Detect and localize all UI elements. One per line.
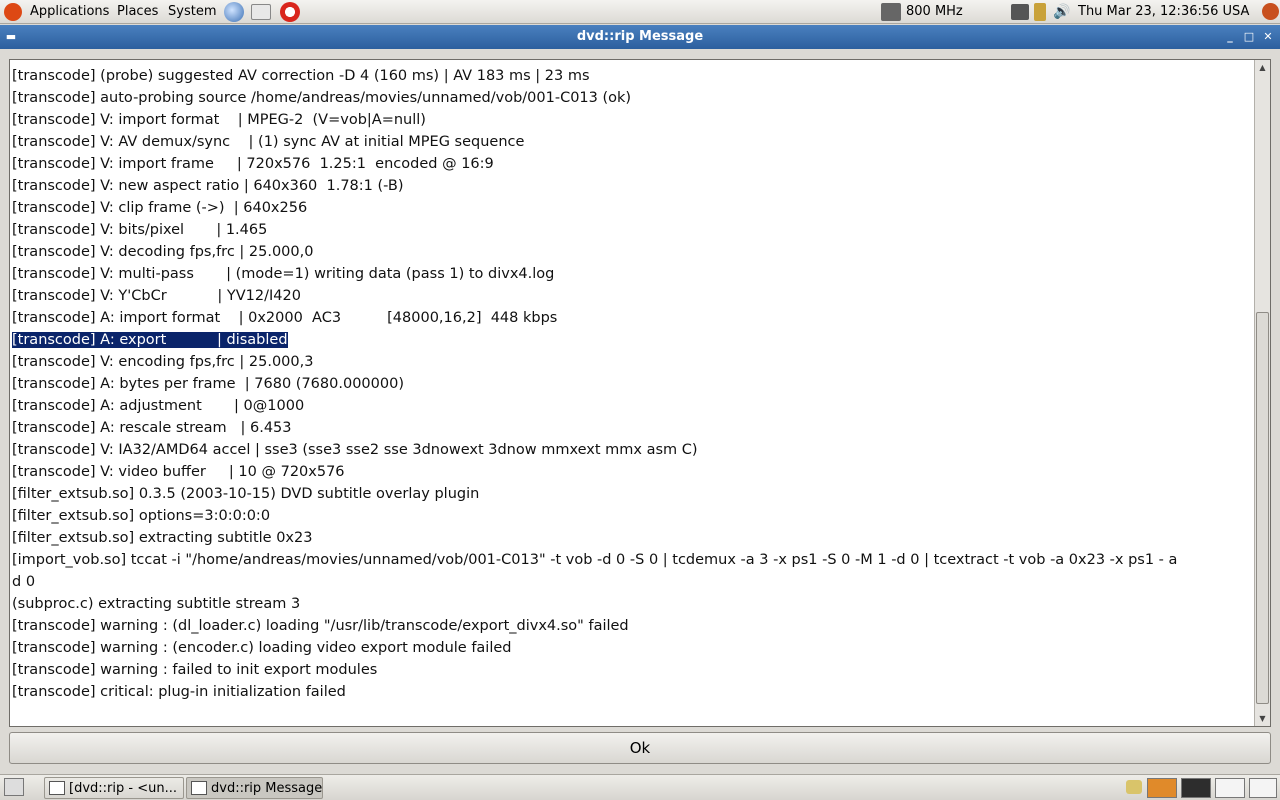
log-line-text: [transcode] A: bytes per frame | 7680 (7… bbox=[12, 376, 404, 392]
log-line: [transcode] V: AV demux/sync | (1) sync … bbox=[12, 131, 1250, 153]
window-icon bbox=[191, 781, 207, 795]
scroll-down-icon[interactable]: ▼ bbox=[1256, 712, 1269, 725]
log-view[interactable]: [transcode] (probe) suggested AV correct… bbox=[9, 59, 1271, 727]
log-line: [transcode] V: multi-pass | (mode=1) wri… bbox=[12, 263, 1250, 285]
log-line: [transcode] V: new aspect ratio | 640x36… bbox=[12, 175, 1250, 197]
log-line-text: [transcode] V: clip frame (->) | 640x256 bbox=[12, 200, 308, 216]
log-line: [transcode] V: clip frame (->) | 640x256 bbox=[12, 197, 1250, 219]
minimize-button[interactable]: _ bbox=[1223, 30, 1237, 44]
log-text[interactable]: [transcode] (probe) suggested AV correct… bbox=[12, 65, 1250, 725]
log-line-text: [filter_extsub.so] options=3:0:0:0:0 bbox=[12, 508, 271, 524]
log-line: [filter_extsub.so] extracting subtitle 0… bbox=[12, 527, 1250, 549]
workspace-2[interactable] bbox=[1181, 778, 1211, 798]
log-line-text: [transcode] warning : (encoder.c) loadin… bbox=[12, 640, 512, 656]
log-line: [transcode] warning : failed to init exp… bbox=[12, 659, 1250, 681]
log-line: [transcode] V: IA32/AMD64 accel | sse3 (… bbox=[12, 439, 1250, 461]
volume-icon[interactable]: 🔊 bbox=[1053, 0, 1070, 24]
log-line-text: [transcode] (probe) suggested AV correct… bbox=[12, 68, 590, 84]
log-line-text: [transcode] warning : (dl_loader.c) load… bbox=[12, 618, 629, 634]
log-line-text: [transcode] V: import frame | 720x576 1.… bbox=[12, 156, 494, 172]
clock[interactable]: Thu Mar 23, 12:36:56 USA bbox=[1078, 0, 1249, 24]
log-line: [transcode] critical: plug-in initializa… bbox=[12, 681, 1250, 703]
taskbar-item-label: dvd::rip Message bbox=[211, 781, 323, 796]
log-line: d 0 bbox=[12, 571, 1250, 593]
bottom-panel: [dvd::rip - <un... dvd::rip Message bbox=[0, 774, 1280, 800]
ubuntu-logo-icon[interactable] bbox=[4, 3, 22, 21]
menu-system[interactable]: System bbox=[168, 0, 216, 24]
vertical-scrollbar[interactable]: ▲ ▼ bbox=[1254, 60, 1270, 726]
log-line: [transcode] V: import format | MPEG-2 (V… bbox=[12, 109, 1250, 131]
log-line-text: [transcode] V: new aspect ratio | 640x36… bbox=[12, 178, 404, 194]
ok-button[interactable]: Ok bbox=[9, 732, 1271, 764]
taskbar-item-label: [dvd::rip - <un... bbox=[69, 781, 177, 796]
help-icon[interactable] bbox=[280, 2, 300, 22]
log-line: [transcode] A: bytes per frame | 7680 (7… bbox=[12, 373, 1250, 395]
log-line: [transcode] V: Y'CbCr | YV12/I420 bbox=[12, 285, 1250, 307]
log-line: [transcode] V: decoding fps,frc | 25.000… bbox=[12, 241, 1250, 263]
logout-icon[interactable] bbox=[1262, 3, 1279, 20]
log-line-text: [transcode] auto-probing source /home/an… bbox=[12, 90, 632, 106]
show-desktop-icon[interactable] bbox=[4, 778, 24, 796]
log-line: [filter_extsub.so] options=3:0:0:0:0 bbox=[12, 505, 1250, 527]
window-menu-icon[interactable]: ▬ bbox=[4, 30, 18, 44]
log-line-text: [transcode] V: Y'CbCr | YV12/I420 bbox=[12, 288, 301, 304]
log-line-text: [filter_extsub.so] 0.3.5 (2003-10-15) DV… bbox=[12, 486, 480, 502]
log-line: [transcode] A: rescale stream | 6.453 bbox=[12, 417, 1250, 439]
log-line: [transcode] (probe) suggested AV correct… bbox=[12, 65, 1250, 87]
log-line: [filter_extsub.so] 0.3.5 (2003-10-15) DV… bbox=[12, 483, 1250, 505]
log-line: (subproc.c) extracting subtitle stream 3 bbox=[12, 593, 1250, 615]
log-line: [transcode] V: import frame | 720x576 1.… bbox=[12, 153, 1250, 175]
workspace-3[interactable] bbox=[1215, 778, 1245, 798]
workspace-4[interactable] bbox=[1249, 778, 1277, 798]
log-line: [import_vob.so] tccat -i "/home/andreas/… bbox=[12, 549, 1250, 571]
scroll-thumb[interactable] bbox=[1256, 312, 1269, 704]
network-icon[interactable] bbox=[1011, 4, 1029, 20]
window-title: dvd::rip Message bbox=[576, 29, 704, 44]
log-line-text: [transcode] V: AV demux/sync | (1) sync … bbox=[12, 134, 525, 150]
log-line-text: [transcode] critical: plug-in initializa… bbox=[12, 684, 346, 700]
power-icon[interactable] bbox=[1034, 3, 1046, 21]
notification-icon[interactable] bbox=[1126, 780, 1142, 794]
maximize-button[interactable]: □ bbox=[1242, 30, 1256, 44]
window-titlebar[interactable]: ▬ dvd::rip Message _ □ ✕ bbox=[0, 25, 1280, 49]
log-line-text: [transcode] A: rescale stream | 6.453 bbox=[12, 420, 292, 436]
log-line-text: [transcode] warning : failed to init exp… bbox=[12, 662, 378, 678]
cpu-freq-icon bbox=[881, 3, 901, 21]
log-line: [transcode] A: export | disabled bbox=[12, 329, 1250, 351]
log-line: [transcode] V: encoding fps,frc | 25.000… bbox=[12, 351, 1250, 373]
window-icon bbox=[49, 781, 65, 795]
web-browser-icon[interactable] bbox=[224, 2, 244, 22]
log-line: [transcode] warning : (encoder.c) loadin… bbox=[12, 637, 1250, 659]
scroll-up-icon[interactable]: ▲ bbox=[1256, 61, 1269, 74]
log-line-text: [transcode] V: decoding fps,frc | 25.000… bbox=[12, 244, 314, 260]
log-line: [transcode] V: bits/pixel | 1.465 bbox=[12, 219, 1250, 241]
menu-applications[interactable]: Applications bbox=[30, 0, 109, 24]
taskbar-item-dvdrip-main[interactable]: [dvd::rip - <un... bbox=[44, 777, 184, 799]
log-line-text: d 0 bbox=[12, 574, 36, 590]
log-line: [transcode] A: adjustment | 0@1000 bbox=[12, 395, 1250, 417]
log-line: [transcode] V: video buffer | 10 @ 720x5… bbox=[12, 461, 1250, 483]
log-line-text: [transcode] V: IA32/AMD64 accel | sse3 (… bbox=[12, 442, 698, 458]
top-panel: Applications Places System 800 MHz 🔊 Thu… bbox=[0, 0, 1280, 24]
email-icon[interactable] bbox=[251, 4, 271, 20]
taskbar-item-dvdrip-message[interactable]: dvd::rip Message bbox=[186, 777, 323, 799]
menu-places[interactable]: Places bbox=[117, 0, 158, 24]
log-line-text: (subproc.c) extracting subtitle stream 3 bbox=[12, 596, 301, 612]
log-line: [transcode] auto-probing source /home/an… bbox=[12, 87, 1250, 109]
log-line-text: [transcode] A: adjustment | 0@1000 bbox=[12, 398, 305, 414]
log-line-text: [transcode] V: video buffer | 10 @ 720x5… bbox=[12, 464, 345, 480]
close-button[interactable]: ✕ bbox=[1261, 30, 1275, 44]
log-line-text: [transcode] V: multi-pass | (mode=1) wri… bbox=[12, 266, 555, 282]
log-line-text: [import_vob.so] tccat -i "/home/andreas/… bbox=[12, 552, 1178, 568]
log-line: [transcode] A: import format | 0x2000 AC… bbox=[12, 307, 1250, 329]
workspace-1[interactable] bbox=[1147, 778, 1177, 798]
log-line-text: [transcode] V: import format | MPEG-2 (V… bbox=[12, 112, 426, 128]
log-line-text: [filter_extsub.so] extracting subtitle 0… bbox=[12, 530, 313, 546]
log-line-text: [transcode] V: encoding fps,frc | 25.000… bbox=[12, 354, 314, 370]
log-line-text: [transcode] A: export | disabled bbox=[12, 332, 288, 348]
log-line-text: [transcode] V: bits/pixel | 1.465 bbox=[12, 222, 268, 238]
log-line-text: [transcode] A: import format | 0x2000 AC… bbox=[12, 310, 558, 326]
cpu-freq-label: 800 MHz bbox=[906, 4, 963, 19]
log-line: [transcode] warning : (dl_loader.c) load… bbox=[12, 615, 1250, 637]
